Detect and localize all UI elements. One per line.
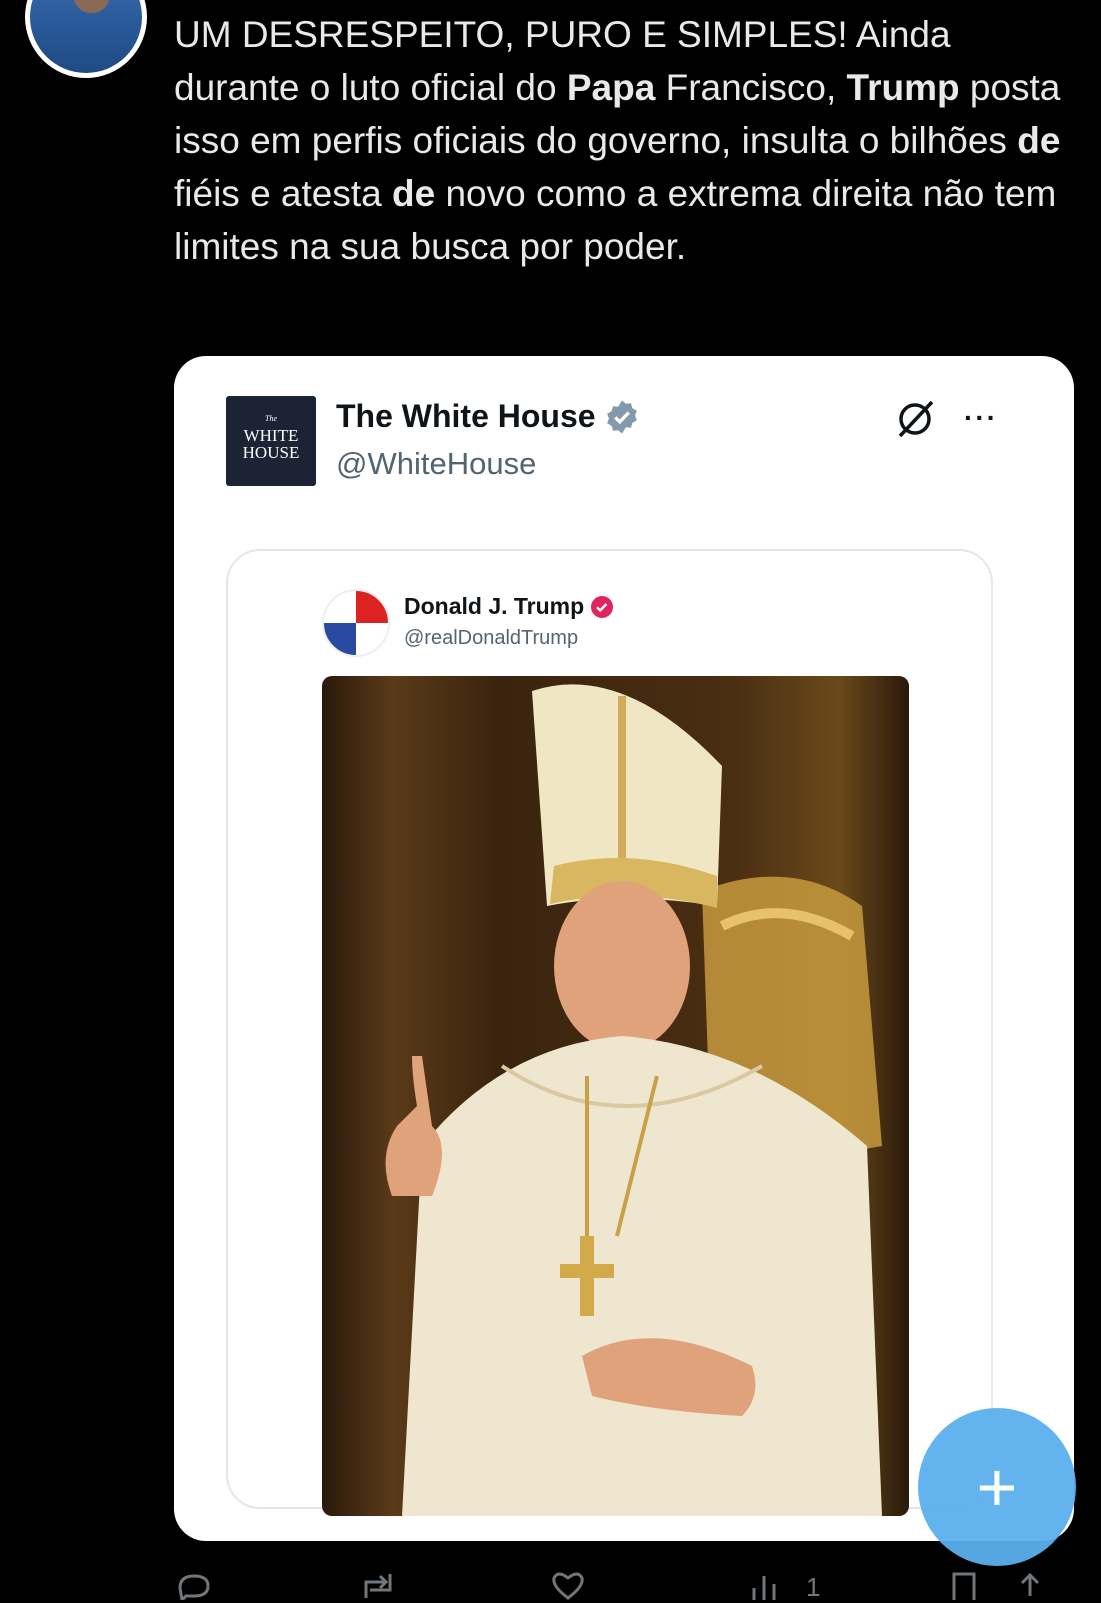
- quoted-post[interactable]: Donald J. Trump @realDonaldTrump: [226, 549, 993, 1516]
- grok-icon[interactable]: [894, 398, 936, 440]
- action-bar: [0, 1560, 1101, 1600]
- trump-handle: @realDonaldTrump: [404, 627, 579, 649]
- bold-text: de: [392, 173, 436, 214]
- pope-illustration: [385, 684, 882, 1516]
- share-icon[interactable]: [1010, 1570, 1050, 1600]
- white-house-logo: The WHITE HOUSE: [226, 396, 316, 486]
- trump-avatar: [322, 589, 390, 657]
- text-span: Francisco,: [655, 67, 847, 108]
- bold-text: Trump: [846, 67, 960, 108]
- more-options-icon[interactable]: ···: [964, 402, 998, 434]
- white-house-name: The White House: [336, 398, 640, 435]
- compose-fab[interactable]: +: [918, 1408, 1076, 1566]
- text-span: fiéis e atesta: [174, 173, 393, 214]
- embedded-screenshot[interactable]: The WHITE HOUSE The White House @WhiteHo…: [174, 356, 1074, 1541]
- views-count: 1: [806, 1572, 821, 1602]
- author-avatar[interactable]: [25, 0, 147, 78]
- views-icon[interactable]: [748, 1570, 788, 1600]
- bookmark-icon[interactable]: [944, 1570, 984, 1600]
- government-verified-icon: [606, 400, 637, 433]
- post-text: UM DESRESPEITO, PURO E SIMPLES! Ainda du…: [174, 8, 1074, 273]
- bold-text: de: [1017, 120, 1061, 161]
- white-house-handle: @WhiteHouse: [336, 446, 537, 481]
- repost-icon[interactable]: [358, 1570, 398, 1600]
- verified-badge-icon: [591, 595, 614, 618]
- reply-icon[interactable]: [174, 1570, 214, 1600]
- trump-name: Donald J. Trump: [404, 593, 614, 620]
- bold-text: Papa: [566, 67, 656, 108]
- pope-image[interactable]: [322, 676, 909, 1516]
- like-icon[interactable]: [548, 1570, 588, 1600]
